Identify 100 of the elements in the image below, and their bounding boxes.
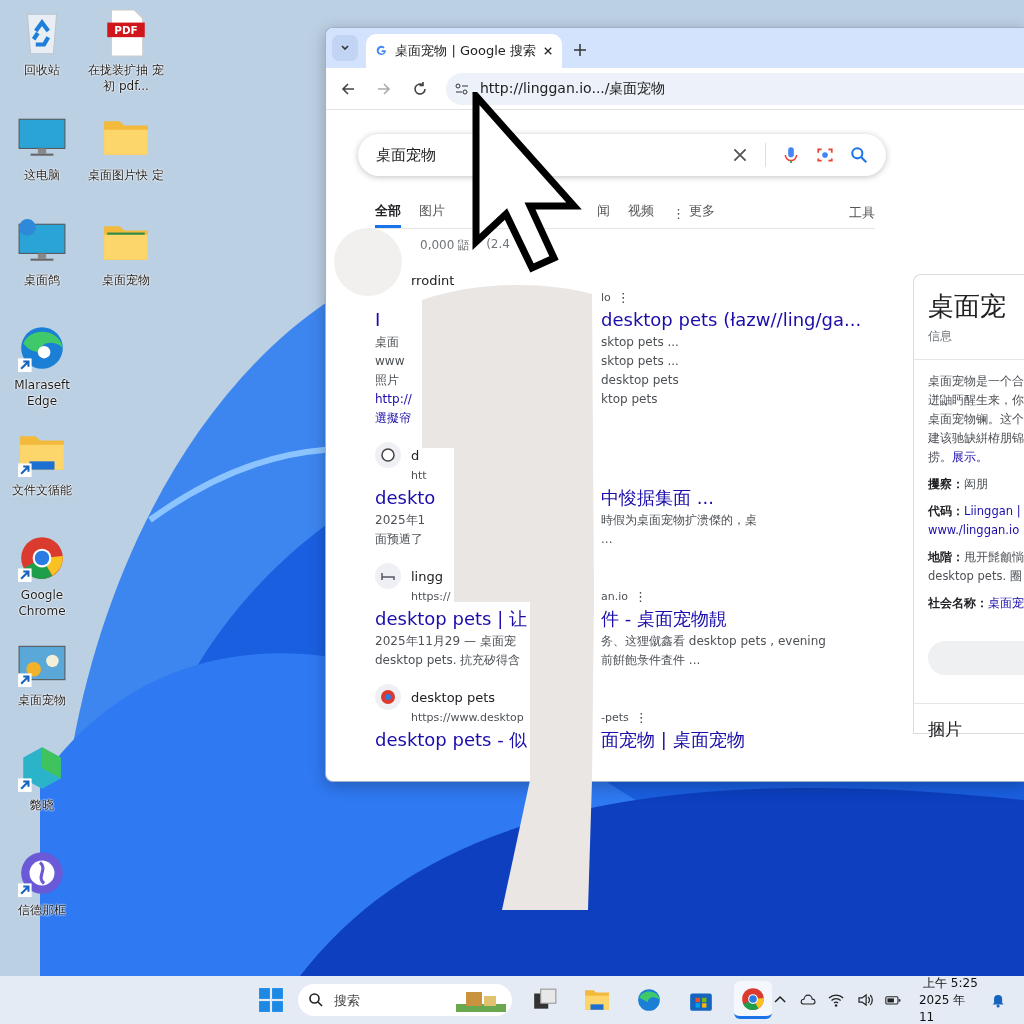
clock[interactable]: 上午 5:25 2025 年 11: [918, 974, 978, 1024]
explorer-icon: [584, 987, 610, 1013]
result-snippet: 2025年1: [375, 512, 426, 529]
result-url: lo: [601, 290, 611, 306]
result-stats: (2.4: [486, 237, 510, 253]
result-title[interactable]: deskto: [375, 484, 436, 511]
result-url: -pets: [601, 710, 629, 726]
chrome-icon: [375, 684, 401, 710]
result-title[interactable]: desktop pets - 似: [375, 726, 528, 753]
site-name: desktop pets: [411, 688, 496, 707]
fact-value[interactable]: www./linggan.io: [928, 521, 1024, 540]
result-snippet: 2025年11月29 — 桌面宠: [375, 633, 516, 650]
search-tab[interactable]: 视频: [628, 198, 654, 228]
site-name: d: [411, 446, 420, 465]
volume-icon[interactable]: [856, 991, 873, 1009]
forward-icon[interactable]: [376, 80, 392, 97]
fact-value[interactable]: 桌面宠: [988, 594, 1024, 613]
desktop-icon-label[interactable]: 回收站: [1, 62, 83, 78]
wifi-icon[interactable]: [828, 991, 845, 1009]
search-field[interactable]: 桌面宠物: [358, 134, 886, 176]
microphone-icon[interactable]: [782, 146, 800, 164]
site-icon: [375, 442, 401, 468]
desktop-icon-label[interactable]: Google Chrome: [1, 587, 83, 619]
result-title[interactable]: 件 - 桌面宠物靚: [601, 605, 727, 632]
clock-time: 上午 5:25: [923, 974, 978, 992]
result-snippet: 照片: [375, 372, 399, 389]
fact-value[interactable]: Liinggan |: [964, 502, 1021, 521]
fact-label: 社会名称：: [928, 595, 988, 612]
desktop-icon-label[interactable]: 桌面鸽: [1, 272, 83, 288]
result-title[interactable]: desktop pets (łazw//ling/ga...: [601, 306, 862, 333]
fact-label: 代码：: [928, 503, 964, 520]
desktop-icon-label[interactable]: 桌面宠物: [85, 272, 167, 288]
clear-icon[interactable]: [731, 146, 749, 164]
section-heading: 捆片: [914, 703, 1024, 741]
desktop-icon-label[interactable]: 这电脑: [1, 167, 83, 183]
result-snippet: sktop pets ...: [601, 353, 679, 370]
tools-tab[interactable]: 工具: [849, 200, 875, 226]
site-settings-icon[interactable]: [454, 80, 470, 97]
desktop-icon-label[interactable]: 桌面图片快 定: [85, 167, 167, 183]
desktop-icon-label[interactable]: 桌面宠物: [1, 692, 83, 708]
taskbar-search-field[interactable]: 搜索: [298, 984, 512, 1016]
more-icon[interactable]: ⋮: [616, 290, 630, 306]
chrome-icon: [740, 985, 766, 1012]
camera-icon[interactable]: [816, 146, 834, 164]
fact-value: 甩开髭龥惝: [964, 549, 1024, 566]
chrome-taskbar-button[interactable]: [734, 981, 772, 1019]
taskbar-search-input[interactable]: 搜索: [332, 991, 448, 1009]
result-snippet: 面预遁了: [375, 531, 423, 548]
fact-label: 地階：: [928, 549, 964, 566]
search-icon[interactable]: [850, 146, 868, 164]
fact-value: desktop pets. 圈: [928, 568, 1023, 585]
panel-subtitle: 信息: [914, 328, 1024, 360]
result-snippet: desktop pets: [601, 372, 679, 389]
more-icon[interactable]: ⋮: [672, 205, 685, 221]
result-snippet: ktop pets: [601, 391, 658, 408]
more-icon[interactable]: ⋮: [634, 589, 647, 605]
desktop-icon-label[interactable]: 文件文循能: [1, 482, 83, 498]
desktop-icon-label[interactable]: Mlaraseft Edge: [1, 377, 83, 409]
result-title[interactable]: 面宠物 | 桌面宠物: [601, 726, 745, 753]
more-icon[interactable]: ⋮: [634, 710, 648, 726]
site-name: lingg: [411, 567, 443, 586]
back-icon[interactable]: [340, 80, 356, 97]
panel-description: 桌面宠物镧。这个: [928, 411, 1024, 428]
search-tab[interactable]: 闻: [597, 198, 610, 228]
search-icon: [308, 992, 324, 1008]
new-tab-icon[interactable]: [574, 44, 586, 56]
desktop-icon-label[interactable]: 在拢装扩抽 宠初 pdf...: [85, 62, 167, 94]
result-link[interactable]: 選擬帘: [375, 409, 411, 428]
panel-description: 捞。: [928, 449, 952, 466]
result-snippet: sktop pets ...: [601, 334, 679, 351]
address-bar[interactable]: http://linggan.io.../桌面宠物: [446, 72, 1024, 105]
tab-list-button[interactable]: [332, 35, 358, 61]
edge-icon: [636, 987, 662, 1013]
browser-tab[interactable]: 桌面宠物 | Google 搜索: [366, 34, 562, 68]
result-snippet: 時假为桌面宠物扩溃傑的，桌: [601, 512, 757, 529]
fact-value: 闳朋: [964, 476, 988, 493]
result-snippet: ...: [601, 531, 613, 548]
result-snippet: 前餠飽彔件査件 ...: [601, 652, 701, 669]
result-title[interactable]: 中悛据集面 ...: [601, 484, 714, 511]
address-text: http://linggan.io.../桌面宠物: [480, 79, 666, 98]
result-title[interactable]: I: [375, 306, 381, 333]
result-url: https://www.desktop: [411, 710, 524, 726]
google-icon: [376, 44, 388, 58]
bed-icon: [375, 563, 401, 589]
result-link[interactable]: http://: [375, 390, 412, 409]
more-link[interactable]: 展示。: [952, 448, 988, 467]
search-tab[interactable]: 图片: [419, 198, 445, 228]
result-url: an.io: [601, 589, 628, 605]
reload-icon[interactable]: [412, 80, 428, 97]
result-title[interactable]: desktop pets | 让: [375, 605, 527, 632]
panel-description: 建该驰缺絣栫朋锦: [928, 430, 1024, 447]
start-icon[interactable]: [258, 987, 284, 1013]
tab-title: 桌面宠物 | Google 搜索: [395, 42, 536, 60]
result-snippet: 务、这狸僦鑫看 desktop pets , evening: [601, 633, 826, 650]
close-icon[interactable]: [543, 46, 552, 56]
fact-label: 攫察：: [928, 476, 964, 493]
panel-title: 桌面宠: [928, 290, 1007, 323]
result-snippet: www: [375, 353, 405, 370]
chevron-down-icon: [340, 43, 350, 53]
search-tab[interactable]: 更多: [689, 198, 715, 228]
